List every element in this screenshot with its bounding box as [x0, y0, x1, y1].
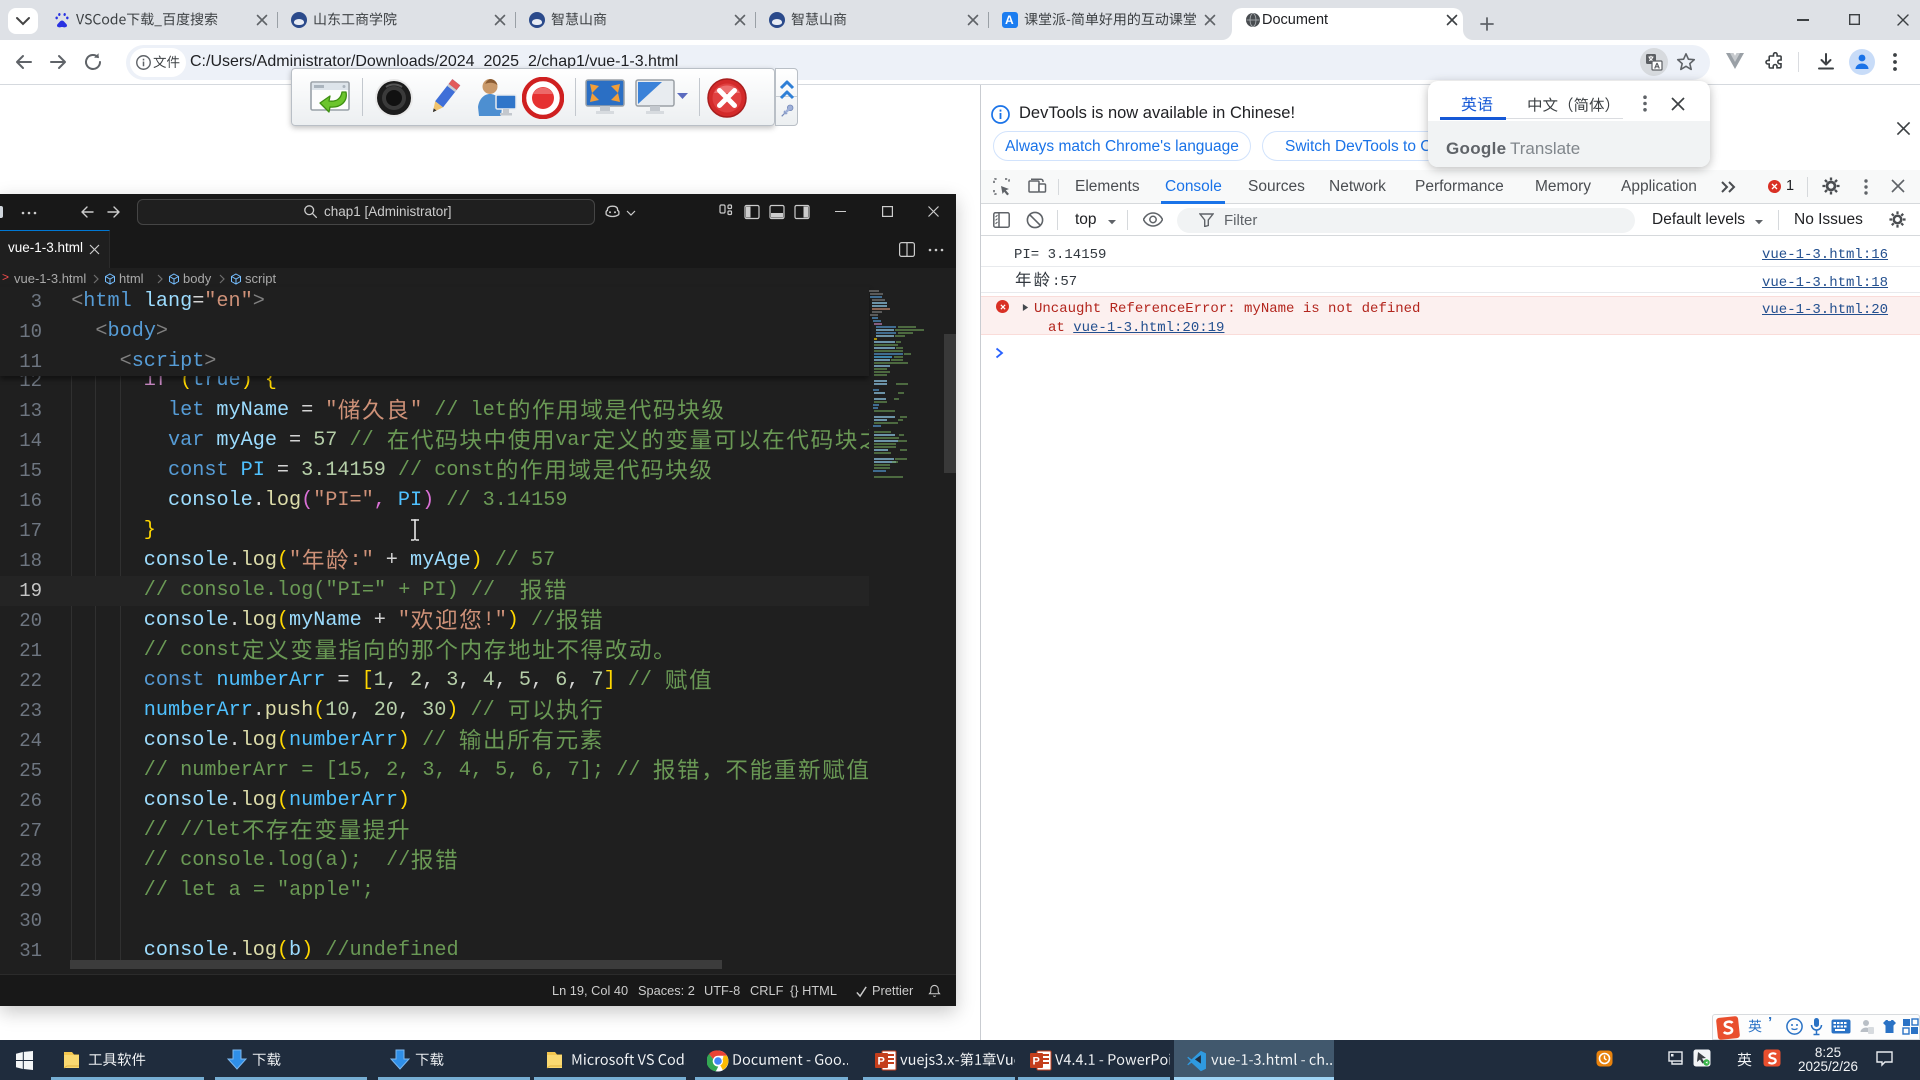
svg-text:P: P	[1032, 1056, 1039, 1068]
svg-text:P: P	[877, 1056, 884, 1068]
